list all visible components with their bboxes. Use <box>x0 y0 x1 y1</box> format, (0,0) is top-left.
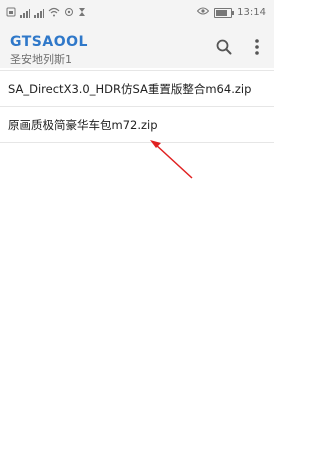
signal-icon <box>20 9 30 18</box>
search-button[interactable] <box>213 36 235 58</box>
more-vert-icon <box>255 39 259 55</box>
app-title: GTSAOOL <box>10 34 88 50</box>
more-options-button[interactable] <box>248 36 266 58</box>
arrow-shaft <box>154 143 193 179</box>
file-item[interactable]: SA_DirectX3.0_HDR仿SA重置版整合m64.zip <box>0 71 274 107</box>
status-bar: 13:14 <box>0 0 274 28</box>
file-name: SA_DirectX3.0_HDR仿SA重置版整合m64.zip <box>8 81 252 96</box>
battery-icon <box>214 7 235 18</box>
status-left-icons <box>6 7 86 20</box>
signal-icon-2 <box>34 9 44 18</box>
search-icon <box>216 39 232 55</box>
notification-icon <box>78 7 86 20</box>
file-name: 原画质极简豪华车包m72.zip <box>8 117 158 132</box>
eye-care-icon <box>64 7 74 20</box>
sim-icon <box>6 7 16 20</box>
status-right-icons: 13:14 <box>196 7 266 18</box>
eye-icon <box>196 7 210 18</box>
current-folder: 圣安地列斯1 <box>10 53 72 66</box>
wifi-icon <box>48 7 60 20</box>
annotation-arrow <box>150 140 193 179</box>
app-bar: GTSAOOL 圣安地列斯1 <box>0 28 274 68</box>
file-list: SA_DirectX3.0_HDR仿SA重置版整合m64.zip 原画质极简豪华… <box>0 71 274 143</box>
status-time: 13:14 <box>237 7 266 18</box>
file-item[interactable]: 原画质极简豪华车包m72.zip <box>0 107 274 143</box>
